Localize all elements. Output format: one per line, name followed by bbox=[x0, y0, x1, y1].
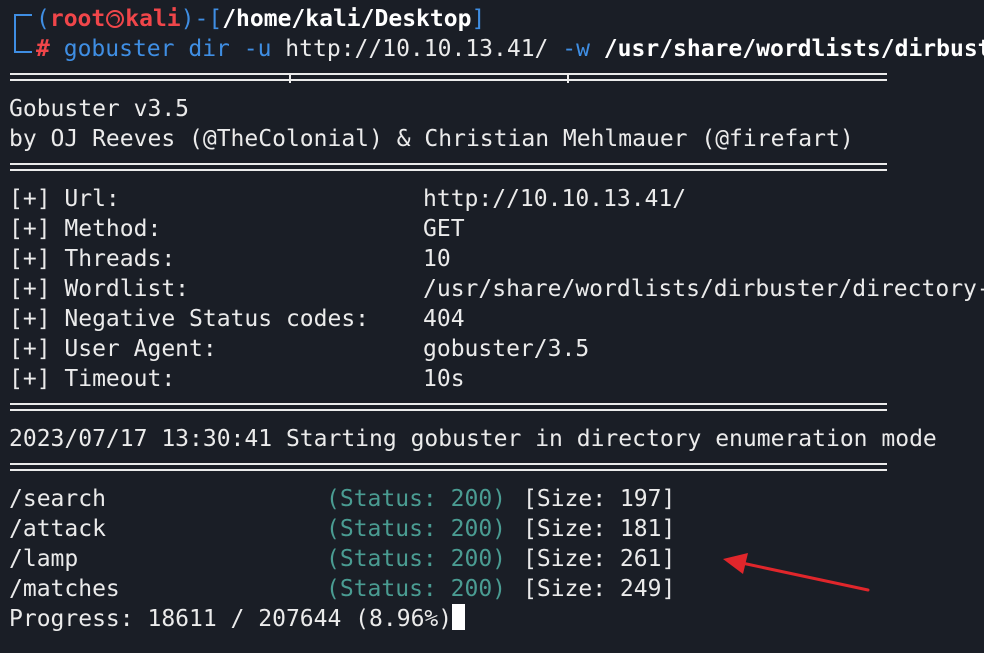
config-value: 404 bbox=[423, 306, 465, 332]
result-status: (Status: 200) bbox=[326, 516, 507, 542]
prompt-frame bbox=[14, 14, 32, 53]
config-key: [+] Url: bbox=[9, 186, 120, 212]
start-message: 2023/07/17 13:30:41 Starting gobuster in… bbox=[9, 426, 937, 452]
config-row: [+] Wordlist: /usr/share/wordlists/dirbus… bbox=[9, 274, 984, 304]
result-status: (Status: 200) bbox=[326, 576, 507, 602]
result-size: [Size: 181] bbox=[523, 516, 676, 542]
config-row: [+] User Agent: gobuster/3.5 bbox=[9, 334, 979, 364]
terminal-window[interactable]: (root kali)-[/home/kali/Desktop] # gobust… bbox=[0, 0, 984, 653]
config-value: 10 bbox=[423, 246, 451, 272]
config-row: [+] Url: http://10.10.13.41/ bbox=[9, 184, 979, 214]
config-row: [+] Negative Status codes: 404 bbox=[9, 304, 979, 334]
config-key: [+] Method: bbox=[9, 216, 162, 242]
result-path: /search bbox=[9, 486, 106, 512]
prompt-open: ( bbox=[36, 6, 50, 32]
result-size: [Size: 249] bbox=[523, 576, 676, 602]
prompt-user: root bbox=[49, 6, 106, 32]
url-arg: http://10.10.13.41/ bbox=[271, 36, 563, 62]
config-value: 10s bbox=[423, 366, 465, 392]
config-value: /usr/share/wordlists/dirbuster/directory… bbox=[423, 276, 984, 302]
separator bbox=[10, 403, 887, 411]
result-path: /attack bbox=[9, 516, 106, 542]
wordlist-arg: /usr/share/wordlists/dirbuster/directory… bbox=[603, 36, 984, 62]
flag-w: -w bbox=[562, 36, 590, 62]
prompt-path: /home/kali/Desktop bbox=[222, 6, 472, 32]
config-key: [+] Wordlist: bbox=[9, 276, 190, 302]
prompt-host: kali bbox=[125, 6, 181, 32]
prompt-header: (root kali)-[/home/kali/Desktop] bbox=[36, 4, 485, 34]
config-key: [+] Timeout: bbox=[9, 366, 176, 392]
result-row: /search (Status: 200) [Size: 197] bbox=[9, 484, 979, 514]
progress-text: Progress: 18611 / 207644 (8.96%) bbox=[9, 606, 453, 632]
command-args: dir bbox=[174, 36, 244, 62]
result-status: (Status: 200) bbox=[326, 486, 507, 512]
config-key: [+] User Agent: bbox=[9, 336, 217, 362]
command-line[interactable]: # gobuster dir -u http://10.10.13.41/ -w… bbox=[36, 34, 984, 64]
config-value: http://10.10.13.41/ bbox=[423, 186, 687, 212]
result-row: /lamp (Status: 200) [Size: 261] bbox=[9, 544, 979, 574]
config-row: [+] Method: GET bbox=[9, 214, 979, 244]
separator-tick bbox=[289, 73, 291, 83]
config-value: GET bbox=[423, 216, 465, 242]
command-tool: gobuster bbox=[63, 36, 175, 62]
result-row: /attack (Status: 200) [Size: 181] bbox=[9, 514, 979, 544]
config-row: [+] Threads: 10 bbox=[9, 244, 979, 274]
banner-version: Gobuster v3.5 bbox=[9, 96, 190, 122]
config-row: [+] Timeout: 10s bbox=[9, 364, 979, 394]
config-value: gobuster/3.5 bbox=[423, 336, 590, 362]
separator bbox=[10, 463, 887, 471]
separator bbox=[10, 163, 887, 171]
banner-authors: by OJ Reeves (@TheColonial) & Christian … bbox=[9, 126, 854, 152]
prompt-close: ] bbox=[471, 6, 486, 32]
result-path: /matches bbox=[9, 576, 120, 602]
prompt-hash: # bbox=[36, 36, 50, 62]
terminal-cursor bbox=[452, 604, 466, 630]
result-status: (Status: 200) bbox=[326, 546, 507, 572]
progress-line: Progress: 18611 / 207644 (8.96%) bbox=[9, 604, 466, 634]
flag-u: -u bbox=[243, 36, 272, 62]
config-key: [+] Negative Status codes: bbox=[9, 306, 370, 332]
result-size: [Size: 261] bbox=[523, 546, 676, 572]
config-key: [+] Threads: bbox=[9, 246, 176, 272]
separator bbox=[10, 73, 887, 81]
separator-tick bbox=[567, 73, 569, 83]
prompt-mid: )-[ bbox=[180, 6, 223, 32]
result-size: [Size: 197] bbox=[523, 486, 676, 512]
result-path: /lamp bbox=[9, 546, 79, 572]
kali-skull-icon bbox=[106, 10, 125, 28]
result-row: /matches (Status: 200) [Size: 249] bbox=[9, 574, 979, 604]
